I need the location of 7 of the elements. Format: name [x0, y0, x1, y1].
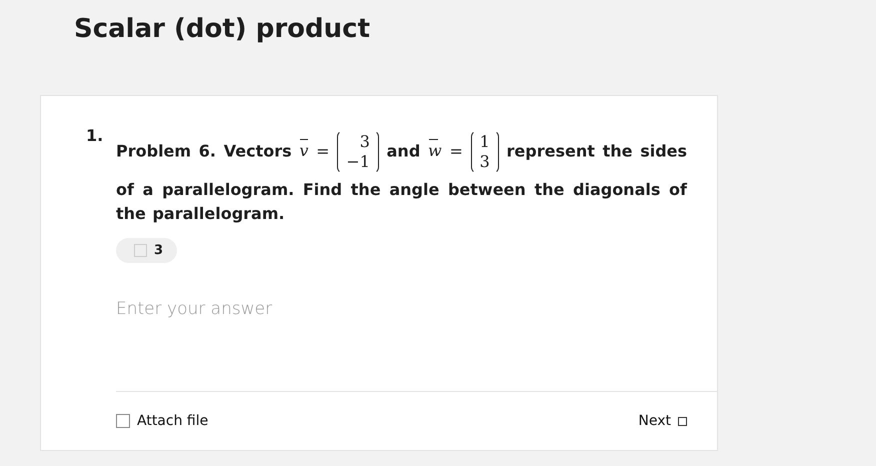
problem-text: Problem 6. Vectors v = 3 −1 and w = 1 3 represent the sides of a parallelogram. Find the angle between the diagonals of the parallelogram. [116, 129, 687, 225]
points-count: 3 [154, 243, 164, 258]
square-icon [134, 244, 147, 257]
question-number: 1. [86, 126, 104, 147]
next-button[interactable]: Next [638, 413, 687, 429]
attach-file-button[interactable]: Attach file [116, 413, 208, 429]
page-title: Scalar (dot) product [73, 13, 371, 46]
